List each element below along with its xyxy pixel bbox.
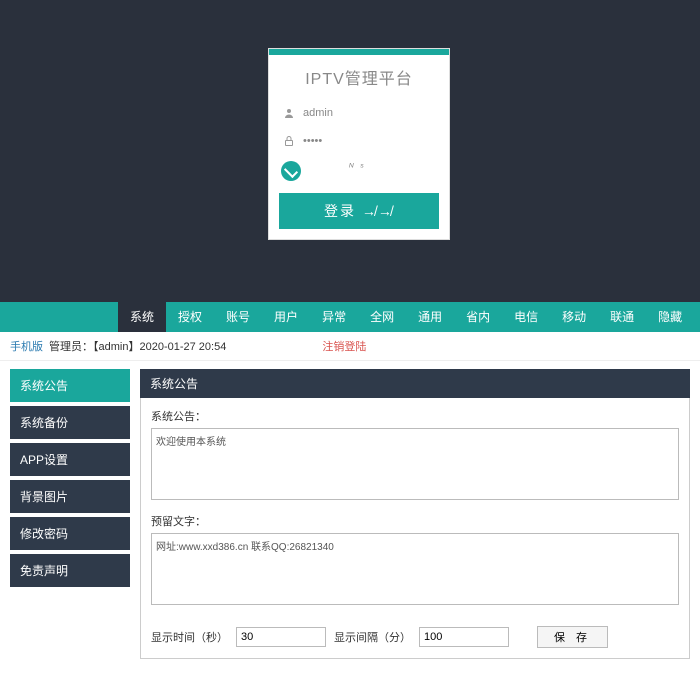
login-title: IPTV管理平台 [269,55,449,97]
captcha-input[interactable] [305,164,335,179]
logout-link[interactable]: 注销登陆 [322,338,366,354]
topnav-item-5[interactable]: 全网 [358,302,406,332]
captcha-check-icon [281,161,301,181]
admin-datetime: 2020-01-27 20:54 [139,341,226,353]
topnav-item-8[interactable]: 电信 [502,302,550,332]
content: 系统公告 系统公告： 预留文字： 显示时间（秒） 显示间隔（分） 保 存 [140,369,690,659]
topnav-item-11[interactable]: 隐藏 [646,302,694,332]
password-row [269,129,449,153]
topnav-item-0[interactable]: 系统 [118,302,166,332]
mobile-link[interactable]: 手机版 [10,338,43,354]
announce-label: 系统公告： [151,408,679,424]
nav-spacer [0,302,118,332]
user-icon [281,105,297,121]
topnav-item-4[interactable]: 异常 [310,302,358,332]
topnav-item-1[interactable]: 授权 [166,302,214,332]
sidebar-item-3[interactable]: 背景图片 [10,480,130,513]
lock-icon [281,133,297,149]
sidebar-item-1[interactable]: 系统备份 [10,406,130,439]
login-box: IPTV管理平台 ᴺ ˢ 登录 ↛↛ [268,48,450,240]
save-button[interactable]: 保 存 [537,626,608,648]
announce-textarea[interactable] [151,428,679,500]
sidebar-item-2[interactable]: APP设置 [10,443,130,476]
captcha-row: ᴺ ˢ [269,157,449,185]
topnav-item-6[interactable]: 通用 [406,302,454,332]
topnav-item-2[interactable]: 账号 [214,302,262,332]
admin-user: 【admin】 [93,341,139,353]
sidebar: 系统公告系统备份 APP设置背景图片修改密码免责声明 [10,369,130,591]
info-bar: 手机版 管理员：【admin】2020-01-27 20:54 注销登陆 [0,332,700,361]
topnav-item-10[interactable]: 联通 [598,302,646,332]
login-backdrop: IPTV管理平台 ᴺ ˢ 登录 ↛↛ [0,0,700,302]
timing-row: 显示时间（秒） 显示间隔（分） 保 存 [151,626,679,648]
reserved-label: 预留文字： [151,513,679,529]
captcha-image[interactable]: ᴺ ˢ [339,162,375,180]
topnav-item-3[interactable]: 用户 [262,302,310,332]
display-gap-label: 显示间隔（分） [334,629,411,645]
username-row [269,101,449,125]
panel-body: 系统公告： 预留文字： 显示时间（秒） 显示间隔（分） 保 存 [140,398,690,659]
password-input[interactable] [303,135,403,147]
admin-label: 管理员： [49,341,93,353]
main-wrap: 系统公告系统备份APP设置背景图片修改密码免责声明 系统公告 系统公告： 预留文… [0,361,700,675]
sidebar-item-0[interactable]: 系统公告 [10,369,130,402]
username-input[interactable] [303,107,403,119]
display-gap-input[interactable] [419,627,509,647]
sidebar-item-4[interactable]: 修改密码 [10,517,130,550]
topnav-item-7[interactable]: 省内 [454,302,502,332]
topnav-item-9[interactable]: 移动 [550,302,598,332]
sidebar-item-5[interactable]: 免责声明 [10,554,130,587]
login-button[interactable]: 登录 ↛↛ [279,193,439,229]
admin-panel: 系统授权账号用户异常全网通用省内电信移动联通隐藏 手机版 管理员：【admin】… [0,302,700,675]
reserved-textarea[interactable] [151,533,679,605]
display-time-input[interactable] [236,627,326,647]
display-time-label: 显示时间（秒） [151,629,228,645]
panel-header: 系统公告 [140,369,690,398]
top-nav: 系统授权账号用户异常全网通用省内电信移动联通隐藏 [0,302,700,332]
admin-info: 管理员：【admin】2020-01-27 20:54 [49,338,226,354]
